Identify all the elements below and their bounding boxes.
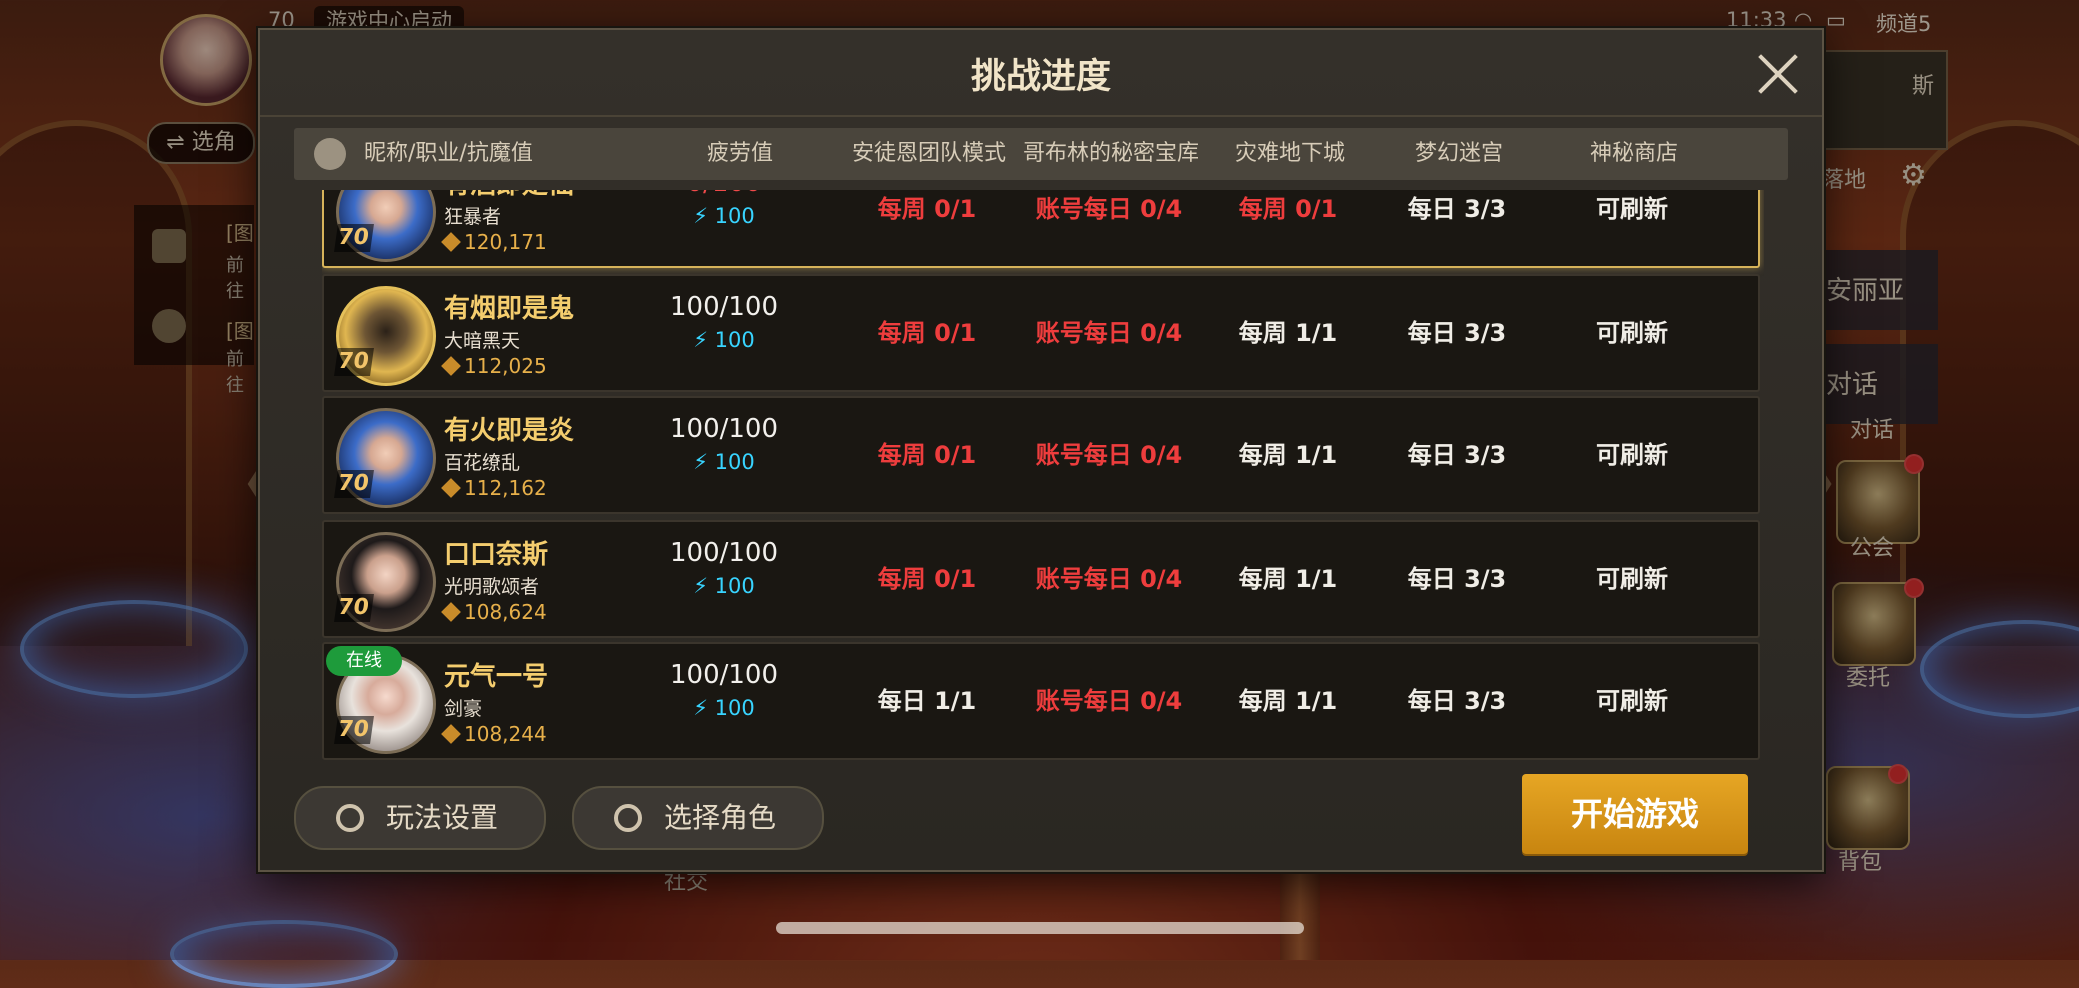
character-name: 有烟即是鬼 (444, 294, 575, 324)
character-class: 剑豪 (444, 698, 483, 720)
close-icon[interactable] (1754, 50, 1802, 98)
character-name: 有酒即是仙 (444, 190, 574, 201)
fatigue-value: 100/100 (669, 660, 778, 690)
goblin-status: 账号每日 0/4 (1035, 195, 1183, 223)
disaster-status: 每周 1/1 (1238, 319, 1338, 347)
fatigue-value: 0/100 (654, 190, 794, 198)
challenge-progress-modal: 挑战进度 昵称/职业/抗魔值 疲劳值 安徒恩团队模式 哥布林的秘密宝库 灾难地下… (258, 28, 1824, 872)
modal-title: 挑战进度 (970, 57, 1111, 97)
fatigue-bonus: ⚡ 100 (693, 328, 755, 352)
anti-magic-value: 108,244 (441, 722, 547, 746)
disaster-status: 每周 1/1 (1238, 687, 1338, 715)
power-icon (441, 602, 461, 622)
power-value: 108,244 (464, 722, 547, 746)
character-list[interactable]: 70 有酒即是仙狂暴者120,171 0/100 ⚡ 100 每周 0/1 账号每日 0/… (322, 190, 1764, 786)
anton-status: 每日 1/1 (877, 687, 977, 715)
power-value: 112,025 (464, 354, 547, 378)
fatigue-value: 100/100 (669, 538, 778, 568)
header-name: 昵称/职业/抗魔值 (364, 141, 533, 166)
gameplay-settings-label: 玩法设置 (386, 801, 499, 834)
anton-status: 每周 0/1 (877, 195, 977, 223)
goblin-status: 账号每日 0/4 (1035, 319, 1183, 347)
header-maze: 梦幻迷宫 (1414, 141, 1503, 166)
character-level: 70 (334, 224, 374, 252)
shop-status: 可刷新 (1596, 565, 1668, 593)
character-name: 元气一号 (444, 662, 549, 692)
anton-status: 每周 0/1 (877, 441, 977, 469)
gameplay-settings-button[interactable]: 玩法设置 (294, 786, 546, 850)
goblin-status: 账号每日 0/4 (1035, 441, 1183, 469)
select-character-label: 选择角色 (664, 801, 777, 834)
shop-status: 可刷新 (1596, 319, 1668, 347)
disaster-status: 每周 1/1 (1238, 441, 1338, 469)
character-name: 有火即是炎 (444, 416, 575, 446)
goblin-status: 账号每日 0/4 (1035, 687, 1183, 715)
power-value: 108,624 (464, 600, 547, 624)
maze-status: 每日 3/3 (1407, 195, 1507, 223)
character-class: 百花缭乱 (444, 452, 521, 474)
character-row[interactable]: 70 口口奈斯光明歌颂者 108,624 100/100 ⚡ 100 每周 0/1 账号每日… (322, 520, 1760, 638)
fatigue-value: 100/100 (669, 414, 778, 444)
divider (260, 115, 1822, 117)
player-head-icon (314, 138, 346, 170)
anti-magic-value: 112,162 (441, 476, 547, 500)
character-icon (614, 804, 642, 832)
character-row[interactable]: 70 在线元气一号剑豪 108,244 100/100 ⚡ 100 每日 1/1 账号每日 … (322, 642, 1760, 760)
fatigue-bonus: ⚡ 100 (693, 204, 755, 228)
table-header: 昵称/职业/抗魔值 疲劳值 安徒恩团队模式 哥布林的秘密宝库 灾难地下城 梦幻迷… (294, 128, 1788, 180)
header-shop: 神秘商店 (1589, 141, 1678, 166)
online-badge: 在线 (326, 646, 402, 676)
header-goblin: 哥布林的秘密宝库 (1022, 141, 1199, 166)
character-class: 狂暴者 (444, 206, 502, 228)
disaster-status: 每周 1/1 (1238, 565, 1338, 593)
power-icon (441, 478, 461, 498)
header-fatigue: 疲劳值 (706, 141, 773, 166)
character-class: 光明歌颂者 (444, 576, 540, 598)
fatigue-bonus: ⚡ 100 (693, 450, 755, 474)
character-name: 口口奈斯 (444, 540, 549, 570)
power-icon (441, 232, 461, 252)
shop-status: 可刷新 (1596, 441, 1668, 469)
maze-status: 每日 3/3 (1407, 319, 1507, 347)
maze-status: 每日 3/3 (1407, 441, 1507, 469)
fatigue-bonus: ⚡ 100 (693, 696, 755, 720)
maze-status: 每日 3/3 (1407, 565, 1507, 593)
character-row[interactable]: 70 有火即是炎百花缭乱 112,162 100/100 ⚡ 100 每周 0/1 账号每日… (322, 396, 1760, 514)
goblin-status: 账号每日 0/4 (1035, 565, 1183, 593)
fatigue-bonus: ⚡ 100 (693, 574, 755, 598)
start-game-button[interactable]: 开始游戏 (1522, 774, 1748, 854)
shop-status: 可刷新 (1596, 687, 1668, 715)
character-level: 70 (334, 594, 374, 622)
anti-magic-value: 108,624 (441, 600, 547, 624)
maze-status: 每日 3/3 (1407, 687, 1507, 715)
power-value: 120,171 (464, 230, 547, 254)
home-indicator[interactable] (776, 922, 1304, 934)
power-icon (441, 356, 461, 376)
header-anton: 安徒恩团队模式 (851, 141, 1006, 166)
shop-status: 可刷新 (1596, 195, 1668, 223)
header-disaster: 灾难地下城 (1234, 141, 1345, 166)
character-level: 70 (334, 348, 374, 376)
anti-magic-value: 120,171 (441, 230, 547, 254)
gear-icon (336, 804, 364, 832)
anton-status: 每周 0/1 (877, 319, 977, 347)
character-row[interactable]: 70 有烟即是鬼大暗黑天 112,025 100/100 ⚡ 100 每周 0/1 账号每日… (322, 274, 1760, 392)
anti-magic-value: 112,025 (441, 354, 547, 378)
fatigue-value: 100/100 (669, 292, 778, 322)
character-level: 70 (334, 470, 374, 498)
character-class: 大暗黑天 (444, 330, 521, 352)
character-level: 70 (334, 716, 374, 744)
power-value: 112,162 (464, 476, 547, 500)
anton-status: 每周 0/1 (877, 565, 977, 593)
select-character-button[interactable]: 选择角色 (572, 786, 824, 850)
power-icon (441, 724, 461, 744)
character-row[interactable]: 70 有酒即是仙狂暴者120,171 0/100 ⚡ 100 每周 0/1 账号每日 0/… (322, 190, 1760, 268)
disaster-status: 每周 0/1 (1238, 195, 1338, 223)
